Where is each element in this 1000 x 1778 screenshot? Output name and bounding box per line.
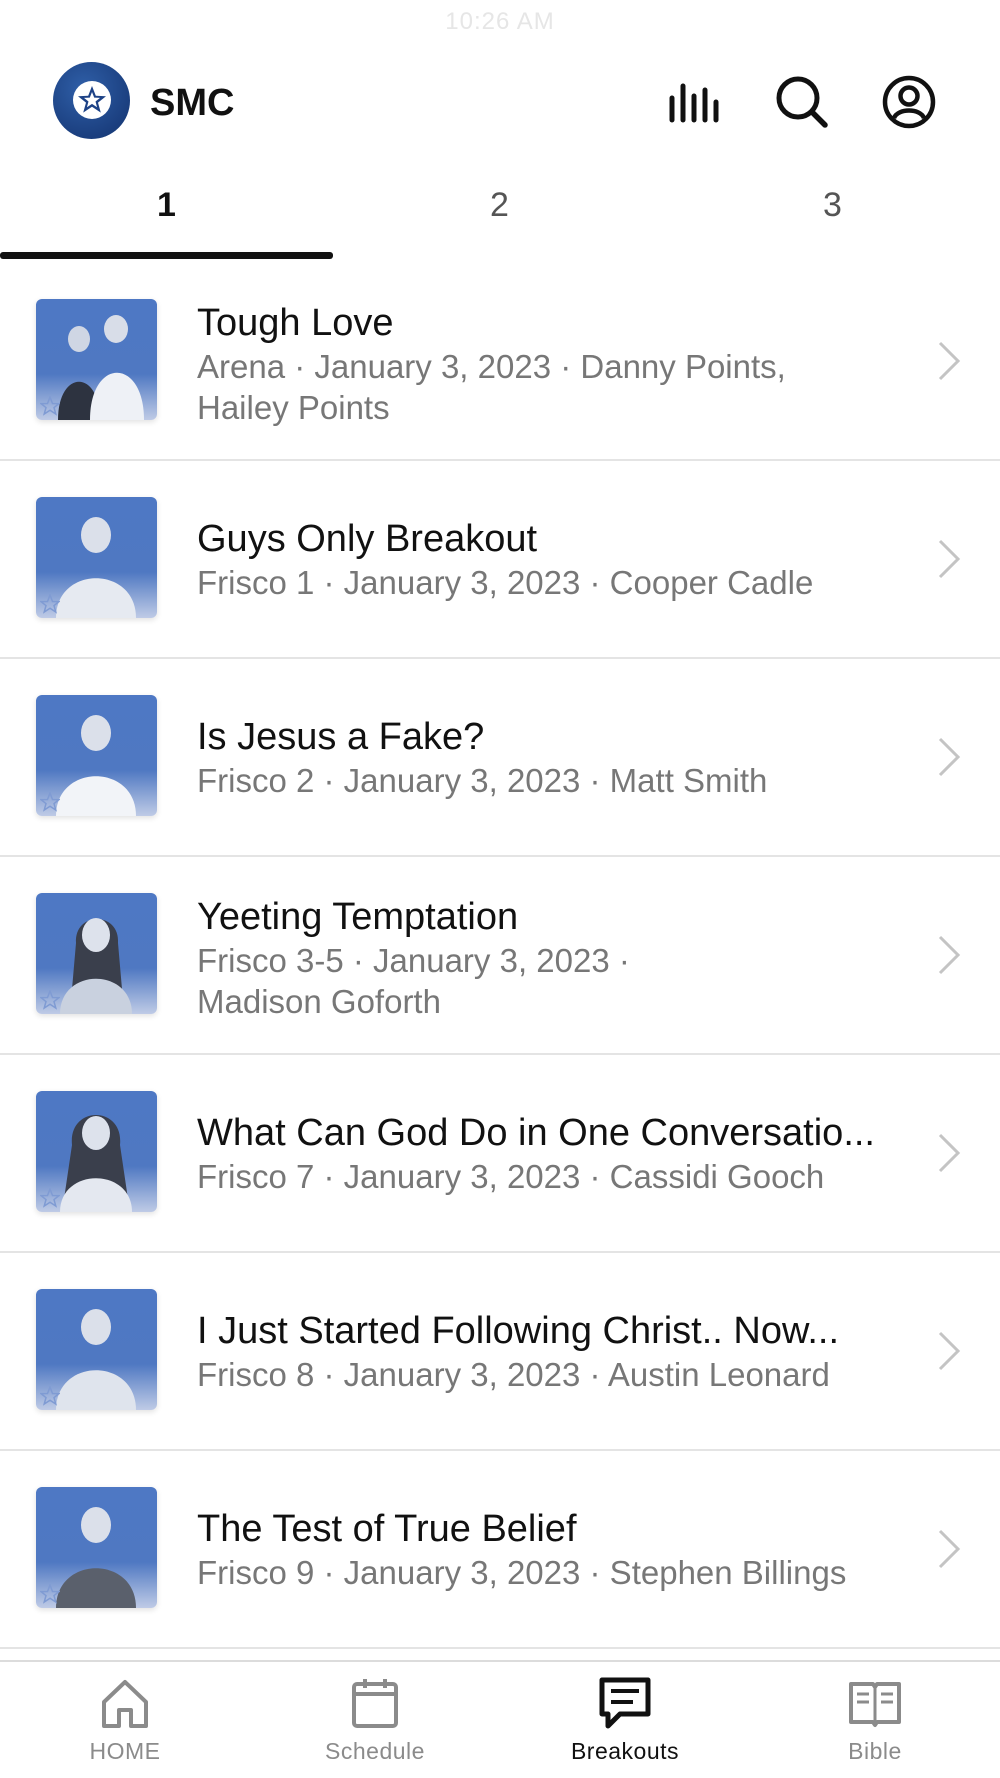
- star-icon: [40, 1386, 60, 1406]
- session-details: Frisco 3-5 · January 3, 2023 ·: [197, 942, 630, 979]
- nav-schedule[interactable]: Schedule: [275, 1676, 475, 1765]
- speaker-photo: [36, 1289, 157, 1410]
- session-details: Frisco 7 · January 3, 2023 · Cassidi Goo…: [197, 1158, 825, 1195]
- session-details: Arena · January 3, 2023 · Danny Points,: [197, 348, 786, 385]
- list-item[interactable]: I Just Started Following Christ.. Now...…: [0, 1253, 1000, 1451]
- list-item[interactable]: Tough Love Arena · January 3, 2023 · Dan…: [0, 263, 1000, 461]
- nav-breakouts[interactable]: Breakouts: [525, 1676, 725, 1765]
- session-title: Guys Only Breakout: [197, 518, 538, 560]
- tab-day-2[interactable]: 2: [333, 186, 666, 225]
- list-item[interactable]: Yeeting Temptation Frisco 3-5 · January …: [0, 857, 1000, 1055]
- stats-icon[interactable]: [666, 74, 722, 130]
- chevron-right-icon: [938, 1331, 961, 1371]
- session-details-cont: Madison Goforth: [197, 983, 441, 1020]
- app-header: SMC: [0, 58, 1000, 148]
- star-icon: [40, 990, 60, 1010]
- speaker-photo: [36, 1487, 157, 1608]
- day-tabs: 1 2 3: [0, 172, 1000, 262]
- calendar-icon: [352, 1679, 398, 1728]
- session-title: Yeeting Temptation: [197, 896, 519, 938]
- session-list: Tough Love Arena · January 3, 2023 · Dan…: [0, 263, 1000, 1649]
- chevron-right-icon: [938, 737, 961, 777]
- chevron-right-icon: [938, 935, 961, 975]
- session-title: The Test of True Belief: [197, 1508, 577, 1550]
- star-icon: [40, 1188, 60, 1208]
- search-icon[interactable]: [774, 74, 830, 130]
- bottom-tab-bar: HOME Schedule Breakouts Bible: [0, 1660, 1000, 1778]
- tab-day-1[interactable]: 1: [0, 186, 333, 225]
- tab-day-3[interactable]: 3: [666, 186, 999, 225]
- session-details: Frisco 2 · January 3, 2023 · Matt Smith: [197, 762, 768, 799]
- star-icon: [40, 792, 60, 812]
- session-title: What Can God Do in One Conversatio...: [197, 1112, 875, 1154]
- profile-icon[interactable]: [881, 74, 937, 130]
- session-title: Is Jesus a Fake?: [197, 716, 485, 758]
- nav-breakouts-label: Breakouts: [570, 1738, 680, 1764]
- app-logo[interactable]: [53, 62, 130, 139]
- speaker-photo: [36, 893, 157, 1014]
- speaker-photo: [36, 1091, 157, 1212]
- chat-icon: [599, 1677, 651, 1729]
- list-item[interactable]: The Test of True Belief Frisco 9 · Janua…: [0, 1451, 1000, 1649]
- nav-bible-label: Bible: [848, 1738, 902, 1764]
- list-item[interactable]: Is Jesus a Fake? Frisco 2 · January 3, 2…: [0, 659, 1000, 857]
- chevron-right-icon: [938, 1529, 961, 1569]
- star-icon: [40, 1584, 60, 1604]
- chevron-right-icon: [938, 539, 961, 579]
- home-icon: [102, 1680, 148, 1728]
- nav-home[interactable]: HOME: [25, 1676, 225, 1765]
- list-item[interactable]: Guys Only Breakout Frisco 1 · January 3,…: [0, 461, 1000, 659]
- nav-home-label: HOME: [89, 1738, 161, 1764]
- session-details-cont: Hailey Points: [197, 389, 390, 426]
- nav-schedule-label: Schedule: [325, 1738, 425, 1764]
- star-icon: [40, 396, 60, 416]
- speaker-photo: [36, 695, 157, 816]
- session-details: Frisco 1 · January 3, 2023 · Cooper Cadl…: [197, 564, 814, 601]
- session-details: Frisco 8 · January 3, 2023 · Austin Leon…: [197, 1356, 830, 1393]
- tab-active-indicator: [0, 252, 333, 259]
- status-time: 10:26 AM: [445, 8, 555, 35]
- speaker-photo: [36, 497, 157, 618]
- session-title: Tough Love: [197, 302, 394, 344]
- session-title: I Just Started Following Christ.. Now...: [197, 1310, 840, 1352]
- app-name: SMC: [150, 82, 235, 124]
- chevron-right-icon: [938, 341, 961, 381]
- speaker-photo: [36, 299, 157, 420]
- star-icon: [73, 81, 111, 119]
- star-icon: [40, 594, 60, 614]
- session-details: Frisco 9 · January 3, 2023 · Stephen Bil…: [197, 1554, 847, 1591]
- book-icon: [849, 1682, 901, 1727]
- list-item[interactable]: What Can God Do in One Conversatio... Fr…: [0, 1055, 1000, 1253]
- chevron-right-icon: [938, 1133, 961, 1173]
- nav-bible[interactable]: Bible: [775, 1676, 975, 1765]
